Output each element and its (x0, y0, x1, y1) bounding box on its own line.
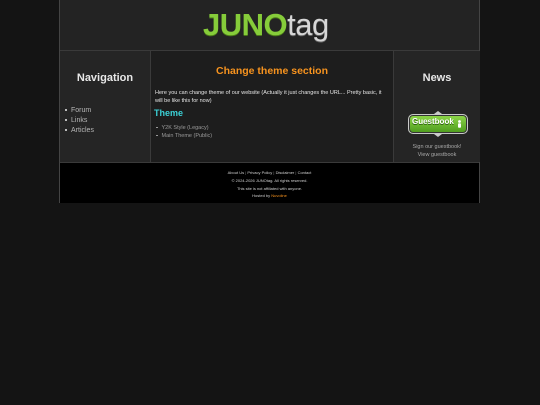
navigation-title: Navigation (76, 72, 134, 84)
site-logo[interactable]: JUNOtag (203, 8, 329, 42)
nav-link-articles[interactable]: Articles (71, 127, 94, 134)
main-content: Change theme section Here you can change… (151, 51, 393, 162)
footer-hosted-prefix: Hosted by (252, 193, 271, 199)
theme-link-y2k[interactable]: Y2K Style (Legacy) (162, 125, 209, 131)
theme-item-main: Main Theme (Public) (156, 132, 212, 140)
bullet-icon (156, 134, 158, 137)
theme-item-y2k: Y2K Style (Legacy) (156, 124, 212, 132)
theme-heading: Theme (154, 108, 184, 118)
view-guestbook-link[interactable]: View guestbook (418, 152, 457, 158)
theme-link-main[interactable]: Main Theme (Public) (162, 133, 213, 139)
news-sidebar: News Guestbook Sign our guestbook! View … (393, 51, 480, 162)
footer-hosted: Hosted by Nuvoline (60, 192, 479, 200)
bullet-icon (156, 126, 158, 129)
nav-link-forum[interactable]: Forum (71, 107, 91, 114)
section-title: Change theme section (215, 65, 329, 77)
main-columns: Navigation Forum Links Articles Change t… (60, 51, 480, 162)
footer-copyright: © 2024-2026 JUNOtag. All rights reserved… (231, 177, 308, 183)
theme-list: Y2K Style (Legacy) Main Theme (Public) (156, 124, 212, 140)
site-header: JUNOtag (60, 0, 479, 51)
nav-link-links[interactable]: Links (71, 117, 87, 124)
sign-guestbook-link[interactable]: Sign our guestbook! (413, 144, 462, 150)
nav-item-articles: Articles (65, 126, 94, 136)
footer-link-about[interactable]: About Us (228, 170, 244, 175)
footer-affiliation: This site is not affiliated with anyone. (236, 185, 303, 191)
footer-host-link[interactable]: Nuvoline (271, 193, 287, 198)
bullet-icon (65, 119, 67, 122)
footer-separator: | (295, 170, 297, 175)
footer-link-privacy[interactable]: Privacy Policy (247, 170, 272, 175)
navigation-list: Forum Links Articles (65, 106, 94, 136)
guestbook-button-label: Guestbook (412, 117, 454, 126)
footer-link-disclaimer[interactable]: Disclaimer (276, 170, 295, 175)
guestbook-links: Sign our guestbook! View guestbook (394, 143, 480, 159)
site-footer: About Us | Privacy Policy | Disclaimer |… (60, 162, 479, 203)
nav-item-forum: Forum (65, 106, 94, 116)
footer-link-contact[interactable]: Contact (298, 170, 312, 175)
footer-separator: | (273, 170, 275, 175)
intro-text: Here you can change theme of our website… (155, 90, 382, 104)
navigation-sidebar: Navigation Forum Links Articles (60, 51, 151, 162)
logo-juno: JUNO (203, 7, 288, 42)
page-container: JUNOtag Navigation Forum Links Articles … (59, 0, 480, 203)
guestbook-button[interactable]: Guestbook (408, 111, 468, 137)
person-icon (458, 120, 461, 128)
arrow-down-icon (434, 134, 442, 137)
news-title: News (422, 72, 452, 84)
logo-tag: tag (287, 7, 329, 42)
footer-links: About Us | Privacy Policy | Disclaimer |… (60, 169, 479, 177)
bullet-icon (65, 129, 67, 132)
bullet-icon (65, 109, 67, 112)
nav-item-links: Links (65, 116, 94, 126)
